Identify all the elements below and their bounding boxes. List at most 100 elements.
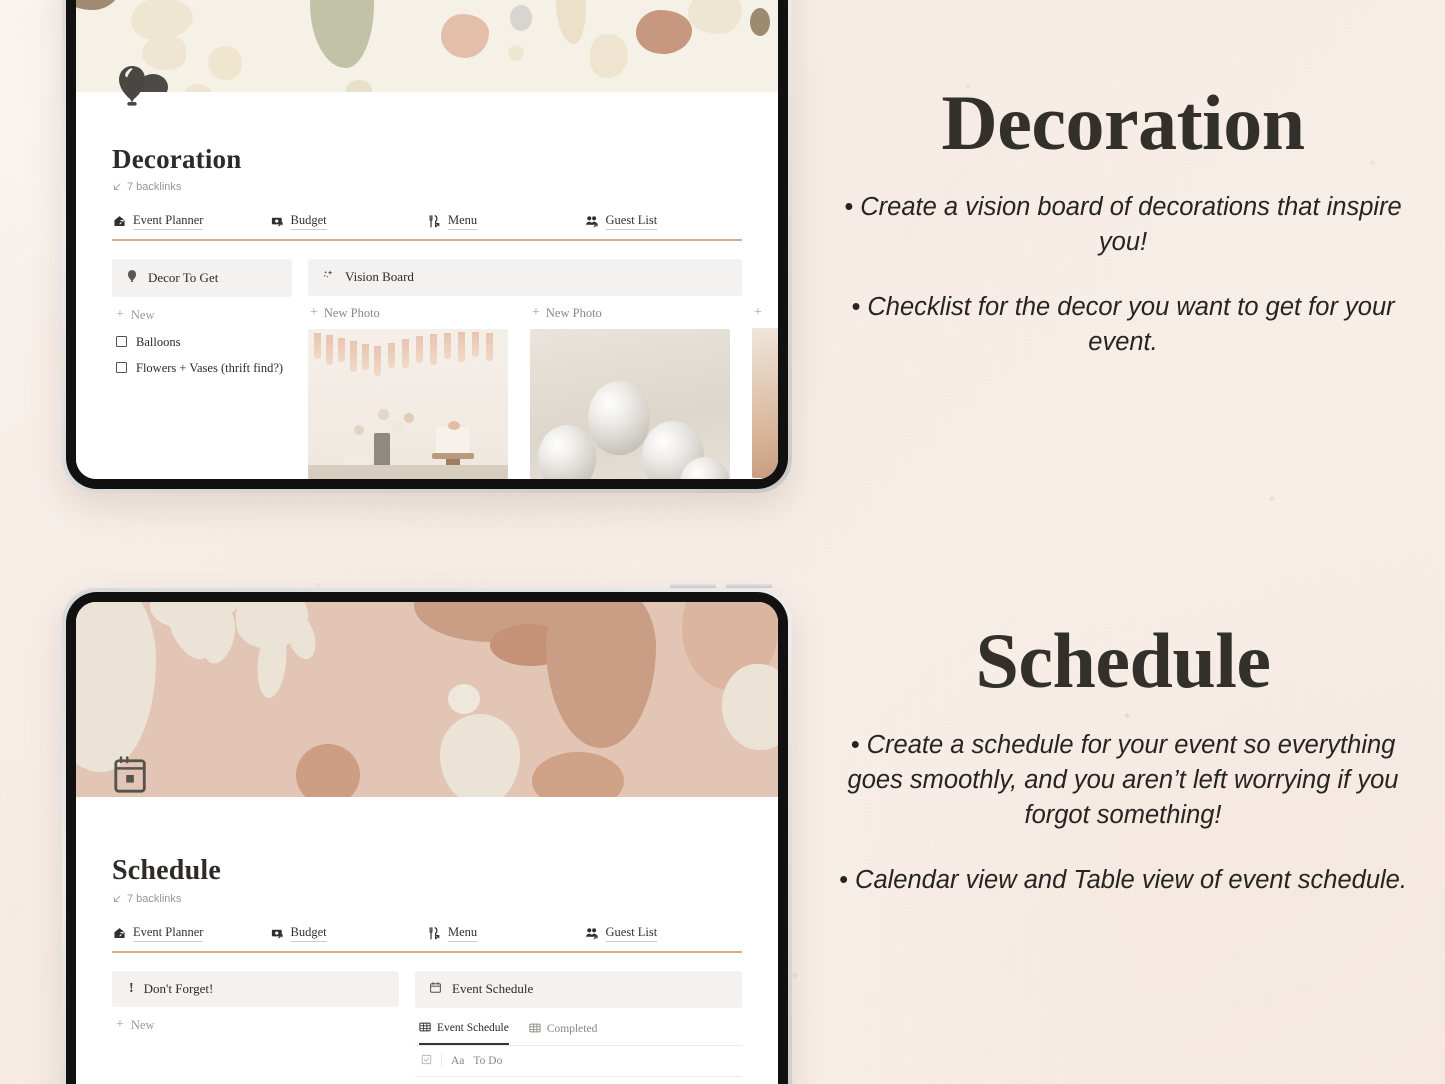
checkbox-icon	[421, 1054, 432, 1068]
volume-down-button[interactable]	[726, 584, 772, 588]
vision-board-photo	[530, 328, 730, 479]
panel-dont-forget: ! Don't Forget! + New	[112, 970, 399, 1084]
nav-link-label: Event Planner	[133, 213, 204, 230]
vision-board-card[interactable]: +	[752, 300, 778, 479]
house-arrow-icon	[112, 926, 127, 941]
nav-link-guest-list[interactable]: Guest List	[585, 213, 743, 230]
panel-event-schedule: Event Schedule Event Schedule Completed …	[415, 970, 742, 1084]
info-bullet-text: Calendar view and Table view of event sc…	[855, 866, 1407, 895]
nav-link-label: Budget	[290, 925, 327, 942]
house-arrow-icon	[112, 214, 127, 229]
checkbox-icon[interactable]	[116, 361, 127, 373]
checkbox-icon[interactable]	[116, 335, 127, 347]
info-bullet: • Create a vision board of decorations t…	[828, 190, 1418, 260]
table-header-row: Aa To Do	[415, 1046, 742, 1077]
people-arrow-icon	[585, 214, 600, 229]
panel-title: Decor To Get	[148, 269, 219, 285]
nav-link-menu[interactable]: Menu	[427, 213, 585, 230]
database-view-tabs: Event Schedule Completed	[415, 1008, 742, 1046]
bullet-dot: •	[851, 293, 868, 322]
volume-up-button[interactable]	[670, 584, 716, 588]
nav-link-budget[interactable]: Budget	[270, 213, 428, 230]
bullet-dot: •	[850, 730, 867, 759]
fork-knife-arrow-icon	[427, 214, 442, 229]
title-aa-icon: Aa	[451, 1054, 465, 1067]
add-new-photo-button[interactable]: + New Photo	[530, 300, 730, 329]
backlinks-indicator[interactable]: 7 backlinks	[112, 181, 742, 193]
panel-vision-board: Vision Board + New Photo + New Photo +	[308, 258, 778, 479]
checklist-item-label: Balloons	[136, 334, 181, 349]
checklist-item[interactable]: Balloons	[112, 329, 292, 355]
info-section-decoration: Decoration • Create a vision board of de…	[806, 82, 1440, 361]
tab-label: Completed	[546, 1023, 598, 1036]
new-photo-label: New Photo	[545, 305, 602, 320]
nav-link-event-planner[interactable]: Event Planner	[112, 925, 270, 942]
add-new-item-button[interactable]: + New	[112, 1007, 399, 1039]
plus-icon: +	[310, 305, 318, 321]
tab-completed[interactable]: Completed	[529, 1021, 597, 1045]
panel-header-dont-forget[interactable]: ! Don't Forget!	[112, 970, 399, 1007]
balloon-icon	[126, 269, 138, 287]
info-bullet-list: • Create a vision board of decorations t…	[806, 190, 1440, 361]
plus-icon: +	[116, 1017, 124, 1033]
info-bullet: • Create a schedule for your event so ev…	[828, 728, 1418, 834]
nav-link-guest-list[interactable]: Guest List	[585, 925, 743, 942]
people-arrow-icon	[585, 926, 600, 941]
vision-board-photo	[308, 328, 508, 479]
balloon-icon	[112, 62, 152, 106]
info-bullet-text: Checklist for the decor you want to get …	[867, 293, 1395, 357]
tab-label: Event Schedule	[437, 1022, 509, 1035]
checklist-item[interactable]: Flowers + Vases (thrift find?)	[112, 355, 292, 381]
info-bullet: • Checklist for the decor you want to ge…	[828, 290, 1418, 360]
info-title: Schedule	[975, 617, 1271, 704]
page-title: Schedule	[112, 855, 221, 886]
plus-icon: +	[116, 307, 124, 323]
cover-image-terrazzo	[76, 0, 778, 92]
add-new-photo-button[interactable]: +	[752, 300, 778, 328]
table-empty-message[interactable]: No filter results. Click to add a row.	[415, 1077, 742, 1084]
nav-link-label: Menu	[448, 213, 478, 230]
column-divider	[441, 1053, 442, 1068]
tab-event-schedule[interactable]: Event Schedule	[419, 1021, 509, 1045]
nav-link-event-planner[interactable]: Event Planner	[112, 213, 270, 230]
panel-title: Vision Board	[345, 269, 414, 285]
panel-header-event-schedule[interactable]: Event Schedule	[415, 970, 742, 1008]
panel-title: Don't Forget!	[143, 980, 214, 996]
bullet-dot: •	[839, 866, 856, 895]
calendar-icon	[429, 981, 442, 998]
checklist-item-label: Flowers + Vases (thrift find?)	[136, 360, 284, 375]
nav-link-menu[interactable]: Menu	[427, 925, 585, 942]
table-icon	[419, 1021, 431, 1036]
panel-header-decor-to-get[interactable]: Decor To Get	[112, 258, 292, 297]
nav-link-label: Guest List	[605, 925, 658, 942]
tablet-screen-decoration: Decoration 7 backlinks Event Planner Bud…	[76, 0, 778, 479]
vision-board-card[interactable]: + New Photo	[308, 300, 508, 479]
vision-board-photo	[752, 327, 778, 478]
panel-decor-to-get: Decor To Get + New Balloons Flowers + Va…	[112, 258, 292, 479]
calendar-icon	[112, 754, 152, 798]
new-label: New	[130, 1017, 155, 1032]
panel-header-vision-board[interactable]: Vision Board	[308, 258, 742, 296]
notion-page-schedule: Schedule 7 backlinks Event Planner Budge…	[76, 602, 778, 1084]
add-new-photo-button[interactable]: + New Photo	[308, 300, 508, 329]
fork-knife-arrow-icon	[427, 926, 442, 941]
add-new-item-button[interactable]: + New	[112, 297, 292, 329]
section-divider	[112, 951, 742, 953]
tablet-screen-schedule: Schedule 7 backlinks Event Planner Budge…	[76, 602, 778, 1084]
nav-link-label: Guest List	[605, 213, 658, 230]
page-columns: ! Don't Forget! + New Event Schedule Eve…	[112, 970, 742, 1084]
money-arrow-icon	[270, 926, 285, 941]
tablet-mockup-decoration: Decoration 7 backlinks Event Planner Bud…	[62, 0, 792, 493]
info-bullet-list: • Create a schedule for your event so ev…	[806, 728, 1440, 899]
backlinks-indicator[interactable]: 7 backlinks	[112, 893, 742, 905]
cover-image-blobs	[76, 602, 778, 797]
page-title: Decoration	[112, 144, 242, 174]
bullet-dot: •	[844, 192, 861, 221]
backlink-arrow-icon	[114, 895, 121, 902]
vision-board-card[interactable]: + New Photo	[530, 300, 730, 479]
backlinks-label: 7 backlinks	[127, 893, 182, 905]
page-nav-row: Event Planner Budget Menu Guest List	[112, 925, 742, 951]
plus-icon: +	[532, 305, 540, 321]
nav-link-budget[interactable]: Budget	[270, 925, 428, 942]
info-bullet-text: Create a vision board of decorations tha…	[860, 192, 1402, 257]
